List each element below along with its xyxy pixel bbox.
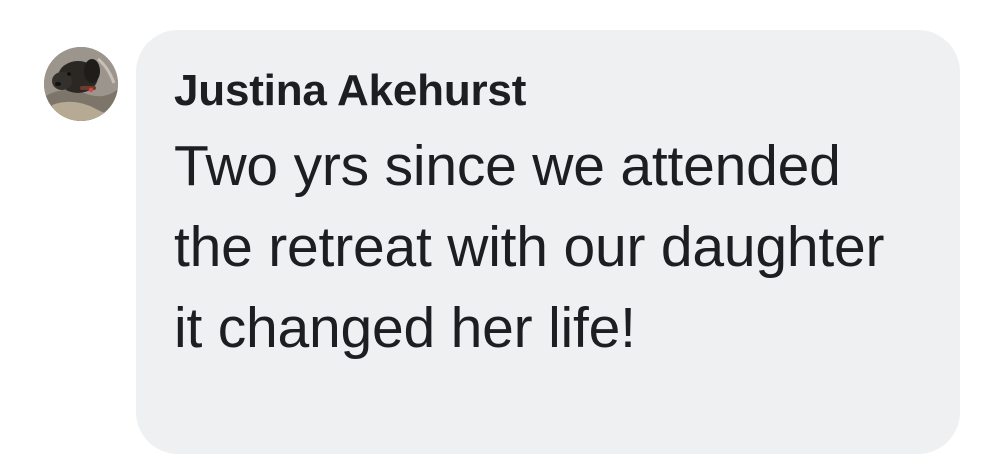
avatar[interactable] [44,47,118,121]
comment-text: Two yrs since we attended the retreat wi… [174,134,885,360]
author-name[interactable]: Justina Akehurst [174,68,924,114]
comment-bubble[interactable]: Justina Akehurst Two yrs since we attend… [136,30,960,454]
dog-photo-icon [44,47,118,121]
